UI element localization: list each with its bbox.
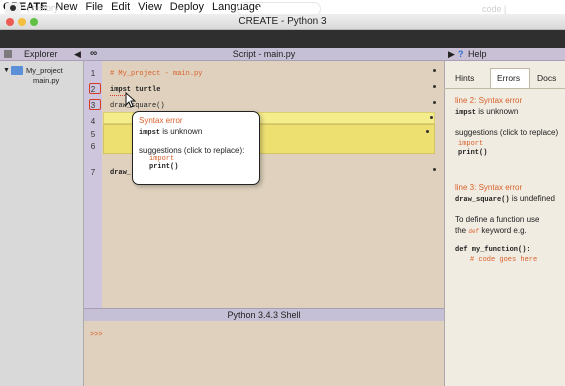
help-example-line-2: # code goes here — [470, 256, 538, 264]
error-line-marker[interactable] — [89, 99, 101, 110]
help-error-2-code: draw_square() — [455, 196, 510, 204]
camera-icon[interactable] — [5, 3, 21, 14]
line-handle-dot[interactable] — [433, 168, 436, 171]
suggestion-print[interactable]: print() — [149, 163, 253, 171]
help-error-1-message: impst is unknown — [455, 107, 518, 117]
popup-suggestions-label: suggestions (click to replace): — [139, 146, 245, 155]
mouse-pointer-icon — [125, 92, 137, 108]
project-folder-icon — [11, 66, 23, 75]
history-toggle[interactable]: | history — [27, 3, 58, 13]
playback-controls: ▶ ❚❚ — [237, 2, 321, 16]
help-error-1-code: impst — [455, 109, 477, 117]
line-number: 6 — [90, 142, 96, 151]
shell-prompt: >>> — [90, 331, 103, 339]
menu-new[interactable]: New — [55, 1, 77, 13]
title-bar: CREATE - Python 3 — [0, 14, 565, 30]
folder-icon — [4, 50, 12, 58]
help-error-1-title[interactable]: line 2: Syntax error — [455, 96, 522, 105]
line-handle-dot[interactable] — [433, 85, 436, 88]
explorer-header: Explorer ◀ — [0, 48, 84, 61]
play-icon[interactable]: ▶ — [258, 4, 265, 15]
code-line-3[interactable]: draw_square() — [110, 102, 165, 110]
help-suggestion-print[interactable]: print() — [458, 149, 487, 157]
tab-hints[interactable]: Hints — [455, 73, 474, 83]
help-define-line-2: the def keyword e.g. — [455, 226, 527, 235]
error-line-marker[interactable] — [89, 83, 101, 94]
line-handle-dot[interactable] — [426, 130, 429, 133]
help-example-line-1: def my_function(): — [455, 246, 531, 254]
help-suggestion-import[interactable]: import — [458, 140, 483, 148]
project-name[interactable]: My_project — [26, 66, 63, 75]
line-handle-dot[interactable] — [433, 69, 436, 72]
help-error-2-title[interactable]: line 3: Syntax error — [455, 183, 522, 192]
suggestion-import[interactable]: import — [149, 155, 253, 163]
code-view-toggle[interactable]: code | — [482, 4, 506, 14]
shell-panel[interactable]: >>> — [84, 321, 444, 386]
help-error-2-message: draw_square() is undefined — [455, 194, 555, 204]
script-title: Script - main.py — [232, 49, 296, 59]
popup-error-title: Syntax error — [139, 116, 183, 125]
help-define-the: the — [455, 226, 469, 235]
code-line-1[interactable]: # My_project - main.py — [110, 70, 202, 78]
file-main-py[interactable]: main.py — [33, 76, 59, 85]
help-suggestions-label: suggestions (click to replace) — [455, 128, 559, 137]
line-number: 4 — [90, 117, 96, 126]
shell-header: Python 3.4.3 Shell — [84, 308, 444, 321]
menu-deploy[interactable]: Deploy — [170, 1, 204, 13]
line-number: 1 — [90, 69, 96, 78]
help-define-rest: keyword e.g. — [479, 226, 527, 235]
line-number: 5 — [90, 130, 96, 139]
error-popup: Syntax error impst is unknown suggestion… — [132, 111, 260, 185]
help-define-line-1: To define a function use — [455, 215, 540, 224]
tab-errors[interactable]: Errors — [497, 73, 520, 83]
popup-error-text: is unknown — [160, 127, 203, 136]
popup-error-code: impst — [139, 129, 161, 137]
window-title: CREATE - Python 3 — [238, 16, 327, 27]
help-question-icon: ? — [458, 49, 464, 59]
line-handle-dot[interactable] — [433, 101, 436, 104]
explorer-title: Explorer — [24, 49, 58, 59]
expand-arrow-icon[interactable]: ▼ — [3, 67, 10, 74]
collapse-right-icon[interactable]: ▶ — [448, 48, 455, 60]
code-line-7[interactable]: draw_ — [110, 169, 131, 177]
collapse-left-icon[interactable]: ◀ — [74, 48, 81, 60]
tab-docs[interactable]: Docs — [537, 73, 556, 83]
explorer-panel: ▼ My_project main.py — [0, 61, 84, 386]
toolbar — [0, 30, 565, 48]
popup-error-message: impst is unknown — [139, 127, 253, 137]
help-header: ▶ ? Help — [444, 48, 565, 61]
menu-edit[interactable]: Edit — [111, 1, 130, 13]
line-handle-dot[interactable] — [430, 116, 433, 119]
script-header: ∞ Script - main.py — [84, 48, 444, 61]
tab-divider — [444, 88, 565, 89]
line-number: 7 — [90, 168, 96, 177]
frames-view-toggle[interactable]: frames — [510, 4, 540, 14]
help-def-keyword: def — [468, 228, 480, 235]
help-error-2-text: is undefined — [509, 194, 555, 203]
help-error-1-text: is unknown — [476, 107, 519, 116]
stop-icon[interactable] — [286, 5, 300, 13]
menu-file[interactable]: File — [85, 1, 103, 13]
pause-icon[interactable]: ❚❚ — [268, 4, 283, 15]
menu-view[interactable]: View — [138, 1, 162, 13]
help-title: Help — [468, 49, 487, 59]
